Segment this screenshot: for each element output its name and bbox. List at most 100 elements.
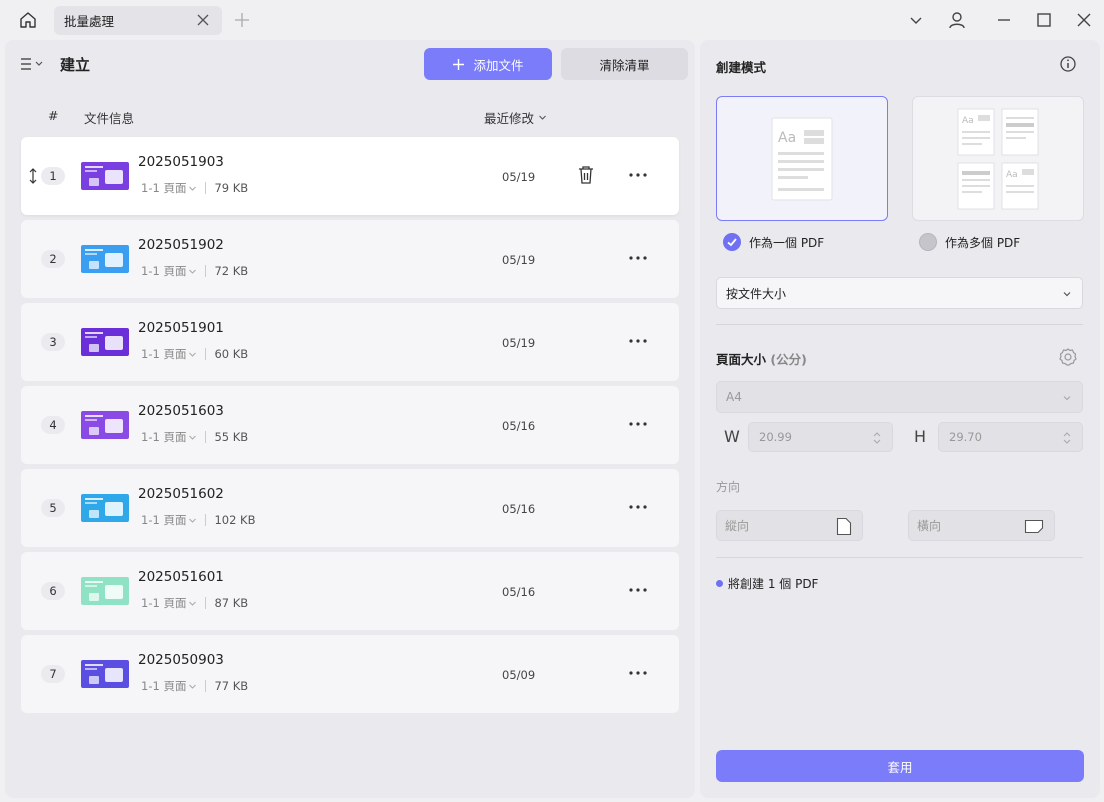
page-size-title: 頁面大小: [716, 352, 767, 367]
svg-text:Aa: Aa: [778, 130, 796, 146]
more-options-icon[interactable]: [628, 581, 648, 599]
menu-button[interactable]: [19, 54, 49, 74]
split-by-select[interactable]: 按文件大小: [716, 277, 1083, 309]
stepper-icon[interactable]: [1062, 430, 1072, 446]
file-row[interactable]: 5 2025051602 1-1 頁面 102 KB 05/16: [21, 469, 679, 547]
file-thumbnail: [81, 328, 129, 356]
multiple-pdf-label: 作為多個 PDF: [945, 235, 1021, 250]
row-index: 7: [41, 665, 65, 683]
close-window-button[interactable]: [1072, 8, 1096, 32]
stepper-icon[interactable]: [872, 430, 882, 446]
width-label: W: [724, 427, 740, 446]
modified-date: 05/16: [502, 419, 536, 433]
info-icon[interactable]: [1059, 55, 1077, 73]
page-range-dropdown[interactable]: 1-1 頁面: [141, 512, 197, 528]
maximize-button[interactable]: [1032, 8, 1056, 32]
status-text: 將創建 1 個 PDF: [728, 577, 819, 591]
page-range-dropdown[interactable]: 1-1 頁面: [141, 180, 197, 196]
list-menu-icon: [21, 58, 43, 70]
file-row[interactable]: 1 2025051903 1-1 頁面 79 KB 05/19: [21, 137, 679, 215]
clear-list-label: 清除清單: [599, 57, 650, 73]
file-row[interactable]: 3 2025051901 1-1 頁面 60 KB 05/19: [21, 303, 679, 381]
user-icon: [949, 12, 965, 29]
meta-separator: [205, 514, 207, 526]
dropdown-button[interactable]: [904, 8, 928, 32]
file-thumbnail: [81, 494, 129, 522]
file-row[interactable]: 2 2025051902 1-1 頁面 72 KB 05/19: [21, 220, 679, 298]
home-button[interactable]: [14, 8, 42, 32]
more-options-icon[interactable]: [628, 166, 648, 184]
multiple-pdf-option[interactable]: 作為多個 PDF: [919, 233, 1020, 251]
orientation-label: 方向: [716, 480, 741, 494]
page-range-dropdown[interactable]: 1-1 頁面: [141, 429, 197, 445]
radio-checked-icon: [723, 233, 741, 251]
file-row[interactable]: 4 2025051603 1-1 頁面 55 KB 05/16: [21, 386, 679, 464]
landscape-button[interactable]: 橫向: [908, 510, 1055, 541]
file-name: 2025051601: [138, 569, 224, 585]
trash-icon[interactable]: [577, 165, 595, 185]
file-name: 2025050903: [138, 652, 224, 668]
account-button[interactable]: [945, 8, 969, 32]
title-bar: 批量處理: [0, 0, 1104, 40]
file-size: 72 KB: [214, 264, 249, 278]
width-input[interactable]: 20.99: [748, 422, 893, 452]
chevron-down-icon: [189, 435, 197, 440]
add-files-button[interactable]: 添加文件: [424, 48, 552, 80]
file-thumbnail: [81, 411, 129, 439]
chevron-down-icon: [189, 269, 197, 274]
tab-batch[interactable]: 批量處理: [54, 6, 222, 35]
multiple-pdf-card[interactable]: Aa Aa: [912, 96, 1084, 221]
single-pdf-option[interactable]: 作為一個 PDF: [723, 233, 824, 251]
paper-size-select[interactable]: A4: [716, 381, 1083, 413]
file-name: 2025051903: [138, 154, 224, 170]
file-row[interactable]: 6 2025051601 1-1 頁面 87 KB 05/16: [21, 552, 679, 630]
file-size: 77 KB: [214, 679, 249, 693]
file-name: 2025051901: [138, 320, 224, 336]
more-options-icon[interactable]: [628, 415, 648, 433]
chevron-down-icon: [189, 684, 197, 689]
apply-button[interactable]: 套用: [716, 750, 1084, 782]
divider: [716, 324, 1083, 325]
tab-label: 批量處理: [64, 14, 115, 29]
file-thumbnail: [81, 577, 129, 605]
minimize-button[interactable]: [992, 8, 1016, 32]
single-pdf-card[interactable]: Aa: [716, 96, 888, 221]
file-meta: 1-1 頁面 77 KB: [141, 678, 248, 694]
portrait-page-icon: [836, 517, 852, 536]
page-range-dropdown[interactable]: 1-1 頁面: [141, 346, 197, 362]
clear-list-button[interactable]: 清除清單: [561, 48, 688, 80]
chevron-down-icon: [910, 17, 922, 24]
file-row[interactable]: 7 2025050903 1-1 頁面 77 KB 05/09: [21, 635, 679, 713]
more-options-icon[interactable]: [628, 332, 648, 350]
file-meta: 1-1 頁面 72 KB: [141, 263, 248, 279]
more-options-icon[interactable]: [628, 664, 648, 682]
file-meta: 1-1 頁面 87 KB: [141, 595, 248, 611]
page-range-dropdown[interactable]: 1-1 頁面: [141, 595, 197, 611]
status-dot-icon: [716, 580, 723, 587]
chevron-down-icon: [189, 352, 197, 357]
row-index: 6: [41, 582, 65, 600]
file-name: 2025051902: [138, 237, 224, 253]
sort-modified-button[interactable]: 最近修改: [484, 108, 547, 127]
plus-icon: [453, 58, 465, 70]
row-index: 4: [41, 416, 65, 434]
more-options-icon[interactable]: [628, 498, 648, 516]
height-value: 29.70: [949, 430, 982, 444]
new-tab-icon[interactable]: [233, 11, 251, 29]
gear-icon[interactable]: [1058, 347, 1078, 367]
page-size-unit: (公分): [770, 352, 807, 367]
file-thumbnail: [81, 660, 129, 688]
drag-handle-icon[interactable]: [27, 168, 39, 184]
page-range-dropdown[interactable]: 1-1 頁面: [141, 263, 197, 279]
more-options-icon[interactable]: [628, 249, 648, 267]
meta-separator: [205, 431, 207, 443]
page-range-dropdown[interactable]: 1-1 頁面: [141, 678, 197, 694]
apply-label: 套用: [887, 759, 913, 775]
svg-text:Aa: Aa: [962, 116, 974, 126]
portrait-button[interactable]: 縱向: [716, 510, 863, 541]
page-size-label: 頁面大小 (公分): [716, 349, 807, 368]
height-input[interactable]: 29.70: [938, 422, 1083, 452]
close-tab-icon[interactable]: [196, 13, 210, 27]
panel-title: 建立: [60, 56, 91, 74]
portrait-label: 縱向: [725, 519, 750, 533]
